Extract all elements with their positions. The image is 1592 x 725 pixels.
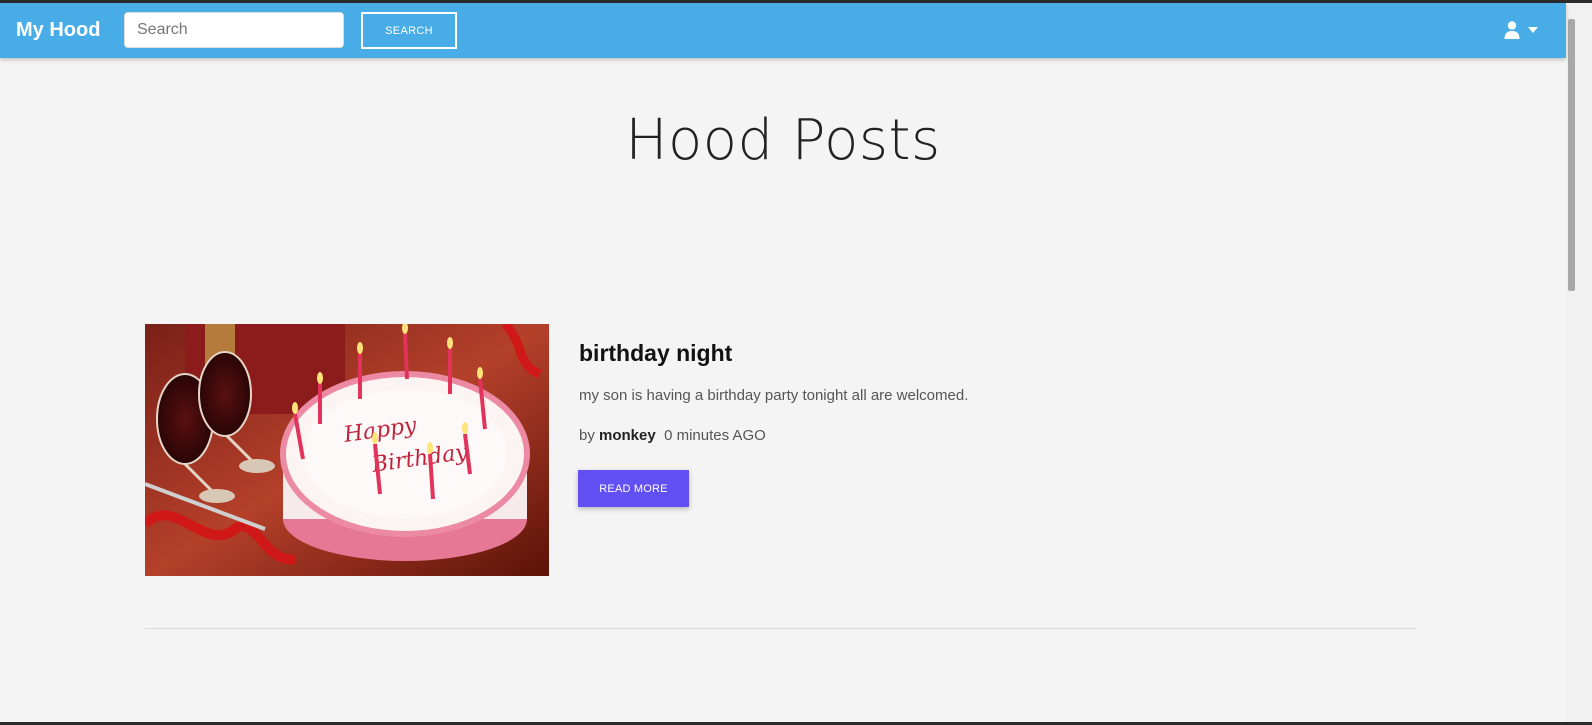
page-title: Hood Posts xyxy=(625,108,941,173)
post-title[interactable]: birthday night xyxy=(579,340,732,367)
post-excerpt: my son is having a birthday party tonigh… xyxy=(579,387,969,404)
caret-down-icon xyxy=(1528,27,1538,33)
search-button[interactable]: SEARCH xyxy=(361,12,457,49)
user-icon xyxy=(1504,21,1520,39)
user-menu-dropdown[interactable] xyxy=(1498,19,1542,43)
read-more-button[interactable]: READ MORE xyxy=(578,470,689,507)
post-author: monkey xyxy=(599,427,656,444)
post-time: 0 minutes AGO xyxy=(664,427,766,444)
navbar: My Hood SEARCH xyxy=(0,3,1566,58)
brand-logo[interactable]: My Hood xyxy=(16,19,100,42)
divider xyxy=(145,628,1416,629)
post-image: Happy Birthday xyxy=(145,324,549,576)
post-meta: by monkey 0 minutes AGO xyxy=(579,427,766,444)
by-label: by xyxy=(579,427,595,444)
search-input[interactable] xyxy=(124,12,344,48)
scrollbar-thumb[interactable] xyxy=(1568,19,1575,291)
